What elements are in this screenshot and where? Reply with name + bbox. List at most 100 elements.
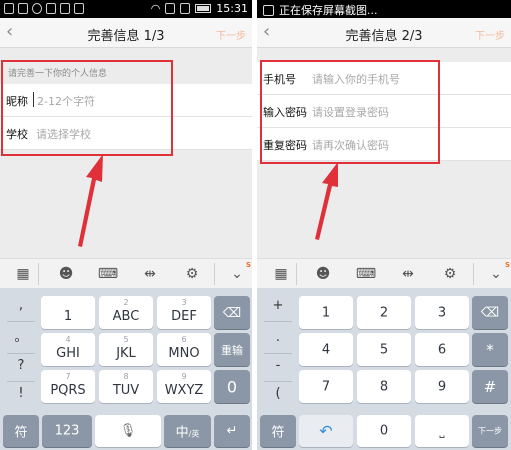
settings-gear-icon[interactable]: ⚙: [181, 265, 203, 283]
nickname-row[interactable]: 昵称 2-12个字符: [0, 84, 252, 117]
keyboard: , 。 ? ! 1 2 ABC 3 DEF ⌫ 4 GHI 5 JKL 6 MN…: [0, 288, 252, 450]
upload-icon: [60, 3, 70, 14]
cursor-move-icon[interactable]: ⇹: [397, 265, 419, 283]
digit-key[interactable]: 2: [357, 296, 411, 329]
backspace-key[interactable]: ⌫: [214, 296, 250, 329]
digit-key[interactable]: 1: [299, 296, 353, 329]
key-0[interactable]: 0: [214, 370, 250, 403]
sim-icon: [180, 3, 191, 14]
key-tuv[interactable]: 8 TUV: [99, 370, 153, 403]
digit-key[interactable]: 8: [357, 370, 411, 403]
key-pqrs[interactable]: 7 PQRS: [41, 370, 95, 403]
enter-key[interactable]: ↵: [214, 415, 250, 447]
numeric-key[interactable]: 123: [42, 415, 92, 447]
keyboard-toolbar: ▦ ☻ ⌨ ⇹ ⚙ ⌄ S: [257, 258, 511, 288]
emoji-icon[interactable]: ☻: [55, 265, 77, 283]
signal-icon: [165, 3, 176, 14]
password-label: 输入密码: [263, 106, 307, 119]
backspace-key[interactable]: ⌫: [472, 296, 508, 329]
digit-key[interactable]: 0: [357, 415, 411, 447]
phone-input[interactable]: 请输入你的手机号: [312, 71, 400, 87]
phone-row[interactable]: 手机号 请输入你的手机号: [257, 62, 511, 95]
hash-key[interactable]: #: [472, 370, 508, 403]
confirm-password-label: 重复密码: [263, 139, 307, 152]
school-row[interactable]: 学校 请选择学校: [0, 117, 252, 150]
undo-arrow-icon: ↶: [319, 421, 333, 441]
collapse-keyboard-icon[interactable]: ⌄: [485, 265, 507, 283]
text-cursor: [33, 92, 34, 107]
nickname-label: 昵称: [6, 95, 28, 108]
space-key[interactable]: ⎵: [415, 415, 469, 447]
apps-grid-icon[interactable]: ▦: [12, 265, 34, 283]
next-key[interactable]: 下一步: [472, 415, 508, 447]
digit-key[interactable]: 4: [299, 333, 353, 366]
status-time: 15:31: [216, 2, 248, 15]
symbol-dot-key[interactable]: .: [260, 324, 296, 351]
symbol-paren-key[interactable]: (: [260, 380, 296, 407]
password-row[interactable]: 输入密码 请设置登录密码: [257, 95, 511, 128]
keyboard-toolbar: ▦ ☻ ⌨ ⇹ ⚙ ⌄ S: [0, 258, 252, 288]
punct-key[interactable]: 。: [3, 324, 39, 351]
nav-bar: ‹ 完善信息 1/3 下一步: [0, 18, 252, 48]
punct-key[interactable]: !: [3, 380, 39, 407]
nickname-input[interactable]: 2-12个字符: [37, 93, 95, 109]
symbol-minus-key[interactable]: -: [260, 352, 296, 379]
language-switch-key[interactable]: 中/英: [164, 415, 211, 447]
enter-icon: ↵: [226, 423, 238, 439]
collapse-keyboard-icon[interactable]: ⌄: [226, 265, 248, 283]
voice-space-key[interactable]: 🎙︎: [95, 415, 161, 447]
message-icon: [18, 3, 28, 14]
page-title: 完善信息 1/3: [87, 29, 165, 44]
digit-key[interactable]: 3: [415, 296, 469, 329]
cursor-move-icon[interactable]: ⇹: [139, 265, 161, 283]
settings-gear-icon[interactable]: ⚙: [439, 265, 461, 283]
key-wxyz[interactable]: 9 WXYZ: [157, 370, 211, 403]
backspace-icon: ⌫: [480, 305, 500, 320]
password-input[interactable]: 请设置登录密码: [312, 104, 389, 120]
space-bar-icon: ⎵: [439, 423, 445, 439]
symbol-key[interactable]: 符: [3, 415, 39, 447]
punct-key[interactable]: ?: [3, 352, 39, 379]
symbol-plus-key[interactable]: +: [260, 292, 296, 319]
bag-icon: [74, 3, 84, 14]
reenter-key[interactable]: 重输: [214, 333, 250, 366]
microphone-icon: 🎙︎: [119, 423, 137, 439]
keyboard-layout-icon[interactable]: ⌨: [355, 265, 377, 283]
phone-label: 手机号: [263, 73, 296, 86]
key-def[interactable]: 3 DEF: [157, 296, 211, 329]
next-step-button[interactable]: 下一步: [216, 27, 246, 42]
confirm-password-row[interactable]: 重复密码 请再次确认密码: [257, 128, 511, 161]
right-screen: 正在保存屏幕截图... ‹ 完善信息 2/3 下一步 手机号 请输入你的手机号 …: [257, 0, 511, 450]
key-1[interactable]: 1: [41, 296, 95, 329]
battery-icon: [195, 4, 212, 13]
key-abc[interactable]: 2 ABC: [99, 296, 153, 329]
nav-bar: ‹ 完善信息 2/3 下一步: [257, 18, 511, 48]
punct-key[interactable]: ,: [3, 292, 39, 319]
form-hint: 请完善一下你的个人信息: [8, 69, 108, 79]
next-step-button[interactable]: 下一步: [475, 27, 505, 42]
digit-key[interactable]: 5: [357, 333, 411, 366]
symbol-key[interactable]: 符: [260, 415, 296, 447]
sogou-s-icon: S: [245, 261, 251, 269]
screenshot-icon: [263, 4, 274, 16]
page-title: 完善信息 2/3: [345, 29, 423, 44]
key-mno[interactable]: 6 MNO: [157, 333, 211, 366]
digit-key[interactable]: 7: [299, 370, 353, 403]
key-ghi[interactable]: 4 GHI: [41, 333, 95, 366]
school-label: 学校: [6, 128, 28, 141]
keyboard: + . - ( 1 2 3 ⌫ 4 5 6 * 7 8 9 # 符 ↶ 0 ⎵ …: [257, 288, 511, 450]
confirm-password-input[interactable]: 请再次确认密码: [312, 137, 389, 153]
key-jkl[interactable]: 5 JKL: [99, 333, 153, 366]
red-arrow-icon: [315, 162, 338, 240]
usb-icon: [46, 3, 56, 14]
star-key[interactable]: *: [472, 333, 508, 366]
emoji-icon[interactable]: ☻: [312, 265, 334, 283]
apps-grid-icon[interactable]: ▦: [270, 265, 292, 283]
undo-key[interactable]: ↶: [299, 415, 353, 447]
status-notice: 正在保存屏幕截图...: [279, 4, 378, 17]
digit-key[interactable]: 9: [415, 370, 469, 403]
keyboard-layout-icon[interactable]: ⌨: [97, 265, 119, 283]
digit-key[interactable]: 6: [415, 333, 469, 366]
clock-icon: [32, 3, 42, 14]
school-select[interactable]: 请选择学校: [36, 126, 91, 142]
